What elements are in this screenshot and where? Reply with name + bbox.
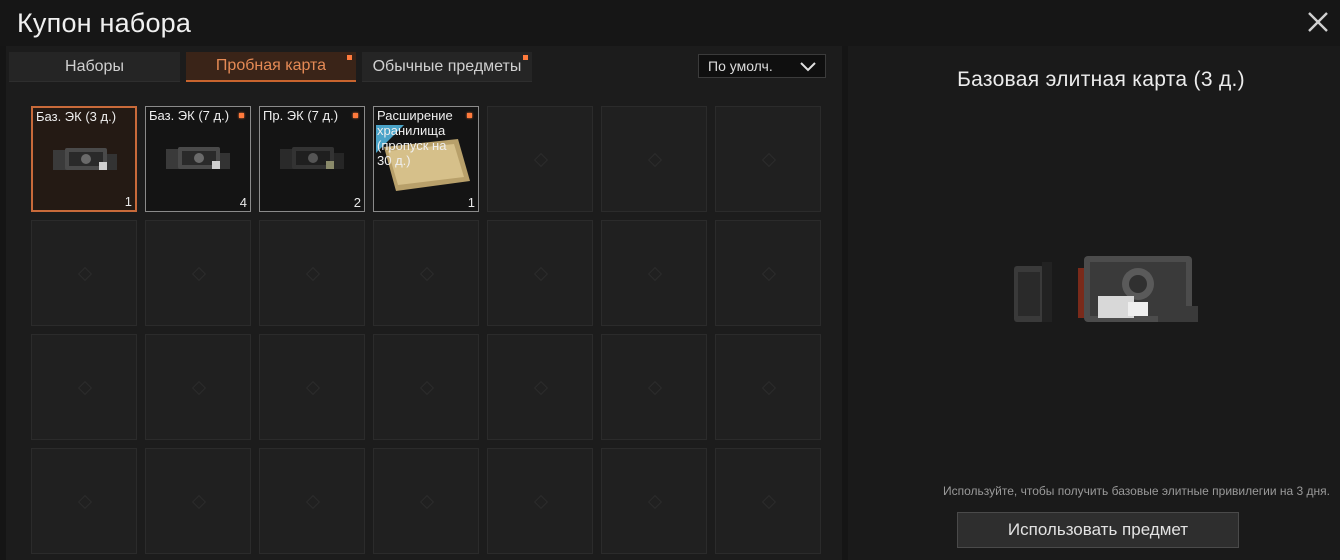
title-bar: Купон набора (0, 0, 1340, 46)
empty-slot (373, 334, 479, 440)
tab-common-items[interactable]: Обычные предметы (362, 52, 532, 82)
inventory-panel: Наборы Пробная карта Обычные предметы По… (6, 46, 842, 560)
empty-slot (487, 106, 593, 212)
chevron-down-icon (800, 60, 816, 76)
item-count: 2 (353, 195, 361, 210)
empty-slot (715, 220, 821, 326)
use-item-button[interactable]: Использовать предмет (957, 512, 1239, 548)
new-indicator-icon (239, 113, 244, 118)
tab-label: Наборы (65, 57, 124, 75)
item-name: Баз. ЭК (7 д.) (149, 108, 230, 123)
sort-value: По умолч. (708, 58, 773, 74)
tab-sets[interactable]: Наборы (9, 52, 180, 82)
empty-slot (259, 448, 365, 554)
empty-slot (373, 448, 479, 554)
tab-label: Обычные предметы (372, 57, 522, 75)
empty-slot (145, 448, 251, 554)
item-count: 1 (124, 194, 132, 209)
empty-slot (487, 220, 593, 326)
empty-slot (259, 334, 365, 440)
empty-slot (715, 106, 821, 212)
empty-slot (31, 448, 137, 554)
empty-slot (715, 334, 821, 440)
empty-slot (601, 448, 707, 554)
tab-label: Пробная карта (215, 57, 327, 74)
empty-slot (145, 334, 251, 440)
empty-slot (601, 106, 707, 212)
close-icon[interactable] (1306, 10, 1330, 34)
empty-slot (31, 220, 137, 326)
empty-slot (145, 220, 251, 326)
item-name: Баз. ЭК (3 д.) (36, 109, 117, 124)
item-name: Расширение хранилища (пропуск на 30 д.) (377, 108, 453, 168)
item-count: 1 (467, 195, 475, 210)
empty-slot (715, 448, 821, 554)
elite-card-case-icon (1014, 256, 1198, 322)
elite-card-case-icon (166, 147, 230, 169)
empty-slot (601, 220, 707, 326)
sort-dropdown[interactable]: По умолч. (698, 54, 826, 78)
item-name: Пр. ЭК (7 д.) (263, 108, 339, 123)
inventory-item-2[interactable]: Баз. ЭК (7 д.) 4 (145, 106, 251, 212)
empty-slot (487, 334, 593, 440)
new-indicator-icon (523, 55, 528, 60)
detail-title: Базовая элитная карта (3 д.) (957, 68, 1245, 91)
elite-card-case-icon (53, 148, 117, 170)
inventory-item-3[interactable]: Пр. ЭК (7 д.) 2 (259, 106, 365, 212)
empty-slot (601, 334, 707, 440)
window-title: Купон набора (17, 8, 192, 38)
inventory-grid: Баз. ЭК (3 д.) 1 Баз. ЭК (7 д.) 4 Пр. ЭК… (31, 106, 831, 560)
inventory-item-1[interactable]: Баз. ЭК (3 д.) 1 (31, 106, 137, 212)
inventory-item-4[interactable]: Расширение хранилища (пропуск на 30 д.) … (373, 106, 479, 212)
tab-trial-card[interactable]: Пробная карта (186, 52, 356, 82)
empty-slot (373, 220, 479, 326)
empty-slot (259, 220, 365, 326)
item-count: 4 (239, 195, 247, 210)
elite-card-case-dark-icon (280, 147, 344, 169)
new-indicator-icon (347, 55, 352, 60)
new-indicator-icon (467, 113, 472, 118)
item-detail-panel: Базовая элитная карта (3 д.) Используйте… (848, 46, 1340, 560)
empty-slot (487, 448, 593, 554)
new-indicator-icon (353, 113, 358, 118)
detail-description: Используйте, чтобы получить базовые элит… (943, 484, 1330, 498)
empty-slot (31, 334, 137, 440)
